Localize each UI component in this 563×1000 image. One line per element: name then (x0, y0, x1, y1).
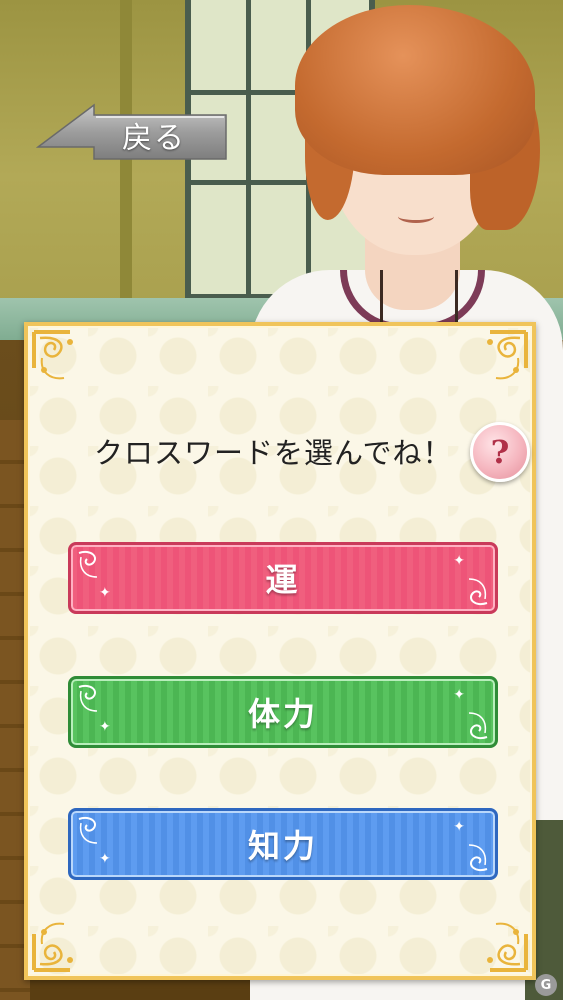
flourish-icon (468, 712, 488, 739)
crossword-select-dialog: クロスワードを選んでね！ ? ✦ ✦ 運 ✦ ✦ 体力 ✦ ✦ 知力 (24, 322, 536, 980)
sparkle-icon: ✦ (99, 585, 111, 601)
flourish-icon (78, 685, 98, 712)
choice-button-intellect[interactable]: ✦ ✦ 知力 (68, 808, 498, 880)
dialog-prompt: クロスワードを選んでね！ (94, 436, 453, 470)
flourish-icon (468, 844, 488, 871)
help-button[interactable]: ? (470, 422, 530, 482)
flourish-icon (468, 578, 488, 605)
back-label: 戻る (122, 121, 186, 156)
gamer-logo-icon: G (535, 974, 557, 996)
choice-label-intellect: 知力 (247, 827, 318, 865)
flourish-icon (78, 551, 98, 578)
question-icon: ? (490, 433, 510, 471)
corner-ornament-icon (30, 328, 92, 390)
sparkle-icon: ✦ (453, 687, 465, 703)
corner-ornament-icon (468, 328, 530, 390)
sparkle-icon: ✦ (453, 819, 465, 835)
flourish-icon (78, 817, 98, 844)
sparkle-icon: ✦ (99, 719, 111, 735)
choice-label-luck: 運 (265, 561, 301, 599)
choice-button-stamina[interactable]: ✦ ✦ 体力 (68, 676, 498, 748)
choice-label-stamina: 体力 (247, 695, 318, 733)
back-button[interactable]: 戻る (36, 103, 228, 161)
character-hair (295, 5, 535, 175)
choice-button-luck[interactable]: ✦ ✦ 運 (68, 542, 498, 614)
character-mouth (398, 210, 434, 223)
corner-ornament-icon (30, 912, 92, 974)
corner-ornament-icon (468, 912, 530, 974)
sparkle-icon: ✦ (453, 553, 465, 569)
sparkle-icon: ✦ (99, 851, 111, 867)
